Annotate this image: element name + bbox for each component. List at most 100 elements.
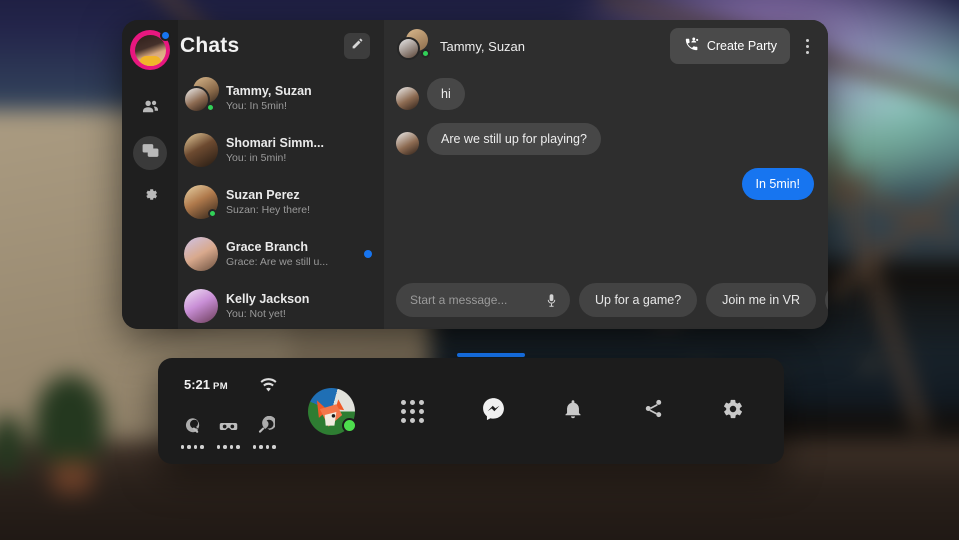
list-item-name: Suzan Perez	[226, 188, 300, 202]
compose-button[interactable]	[344, 33, 370, 59]
battery-dots	[210, 445, 246, 449]
conversation-panel: Tammy, Suzan Create Party hi Are we still…	[384, 20, 828, 329]
chats-header: Chats	[178, 20, 384, 72]
people-icon	[141, 97, 160, 121]
app-grid-button[interactable]	[389, 388, 435, 434]
pencil-icon	[351, 37, 364, 55]
quick-reply-button[interactable]: Le	[824, 283, 828, 317]
microphone-icon[interactable]	[540, 293, 562, 308]
message-out: In 5min!	[396, 168, 814, 200]
list-item-name: Grace Branch	[226, 240, 308, 254]
list-item[interactable]: Suzan Perez Suzan: Hey there!	[178, 176, 384, 228]
message-in: hi	[396, 78, 814, 110]
unread-badge	[364, 250, 372, 258]
composer: Up for a game?Join me in VRLe	[384, 275, 828, 329]
list-item-preview: Suzan: Hey there!	[226, 204, 311, 216]
sidebar-item-settings[interactable]	[133, 180, 167, 214]
sidebar-item-chats[interactable]	[133, 136, 167, 170]
share-icon	[643, 398, 664, 424]
quick-reply-button[interactable]: Join me in VR	[706, 283, 816, 317]
status-badge	[421, 49, 430, 58]
quick-reply-button[interactable]: Up for a game?	[579, 283, 698, 317]
share-button[interactable]	[630, 388, 676, 434]
message-input[interactable]	[410, 293, 540, 307]
quick-replies: Up for a game?Join me in VRLe	[579, 283, 828, 317]
message-in: Are we still up for playing?	[396, 123, 814, 155]
list-item-text: Tammy, Suzan You: In 5min!	[226, 84, 376, 112]
list-item-text: Grace Branch Grace: Are we still u...	[226, 240, 364, 268]
notifications-bell-icon	[562, 398, 584, 425]
party-call-icon	[683, 36, 700, 56]
avatar-image	[184, 133, 218, 167]
plant-pot	[52, 460, 92, 494]
settings-button[interactable]	[710, 388, 756, 434]
clock-ampm: PM	[213, 381, 229, 392]
chats-list-panel: Chats Tammy, Suzan You: In 5min! Shomari S…	[178, 20, 384, 329]
notifications-button[interactable]	[550, 388, 596, 434]
avatar-online-status	[342, 418, 357, 433]
chats-icon	[141, 141, 160, 165]
vr-home-screen: Chats Tammy, Suzan You: In 5min! Shomari S…	[0, 0, 959, 540]
messenger-icon	[481, 396, 506, 426]
window-grab-handle[interactable]	[457, 353, 525, 357]
left-controller-status	[174, 416, 210, 449]
avatar[interactable]	[130, 30, 171, 70]
list-item[interactable]: Kelly Jackson You: Not yet!	[178, 280, 384, 329]
message-avatar	[396, 87, 419, 110]
avatar-image	[397, 37, 420, 60]
list-item-text: Kelly Jackson You: Not yet!	[226, 292, 376, 320]
message-input-wrapper[interactable]	[396, 283, 570, 317]
message-bubble[interactable]: hi	[427, 78, 465, 110]
message-list: hi Are we still up for playing? In 5min!	[384, 72, 828, 275]
conversation-avatar	[396, 29, 432, 63]
list-item-preview: You: Not yet!	[226, 308, 286, 320]
message-bubble[interactable]: Are we still up for playing?	[427, 123, 601, 155]
avatar-image	[184, 237, 218, 271]
settings-gear-icon	[722, 398, 744, 425]
app-nav-rail	[122, 20, 178, 329]
list-item-name: Tammy, Suzan	[226, 84, 312, 98]
list-item-text: Shomari Simm... You: in 5min!	[226, 136, 376, 164]
list-item-preview: Grace: Are we still u...	[226, 256, 329, 268]
settings-icon	[141, 185, 160, 209]
sidebar-item-people[interactable]	[133, 92, 167, 126]
list-item-text: Suzan Perez Suzan: Hey there!	[226, 188, 376, 216]
headset-icon	[218, 423, 239, 441]
kebab-menu-icon[interactable]	[796, 38, 818, 54]
right-controller-icon	[254, 415, 276, 441]
potted-plant	[35, 375, 105, 470]
avatar	[180, 77, 226, 119]
list-item[interactable]: Tammy, Suzan You: In 5min!	[178, 72, 384, 124]
app-grid-icon	[400, 399, 424, 423]
create-party-label: Create Party	[706, 39, 777, 53]
avatar-status-badge	[160, 30, 171, 41]
avatar	[180, 129, 226, 171]
wifi-icon	[259, 378, 278, 398]
battery-dots	[174, 445, 210, 449]
list-item-name: Shomari Simm...	[226, 136, 324, 150]
list-item[interactable]: Shomari Simm... You: in 5min!	[178, 124, 384, 176]
list-item-name: Kelly Jackson	[226, 292, 310, 306]
message-bubble[interactable]: In 5min!	[741, 168, 814, 200]
list-item[interactable]: Grace Branch Grace: Are we still u...	[178, 228, 384, 280]
left-controller-icon	[182, 418, 203, 441]
messenger-button[interactable]	[470, 388, 516, 434]
list-item-preview: You: in 5min!	[226, 152, 287, 164]
avatar-image	[184, 289, 218, 323]
avatar	[180, 285, 226, 327]
clock-time: 5:21	[184, 377, 211, 392]
message-avatar	[396, 132, 419, 155]
avatar	[180, 181, 226, 223]
status-badge	[206, 103, 215, 112]
page-title: Chats	[180, 34, 240, 57]
chats-list[interactable]: Tammy, Suzan You: In 5min! Shomari Simm...…	[178, 72, 384, 329]
create-party-button[interactable]: Create Party	[669, 28, 790, 64]
status-badge	[208, 209, 217, 218]
conversation-header: Tammy, Suzan Create Party	[384, 20, 828, 72]
chats-window: Chats Tammy, Suzan You: In 5min! Shomari S…	[122, 20, 828, 329]
headset-status	[210, 416, 246, 449]
conversation-title: Tammy, Suzan	[440, 38, 526, 54]
right-controller-status	[246, 415, 282, 449]
battery-dots	[246, 445, 282, 449]
avatar	[180, 233, 226, 275]
